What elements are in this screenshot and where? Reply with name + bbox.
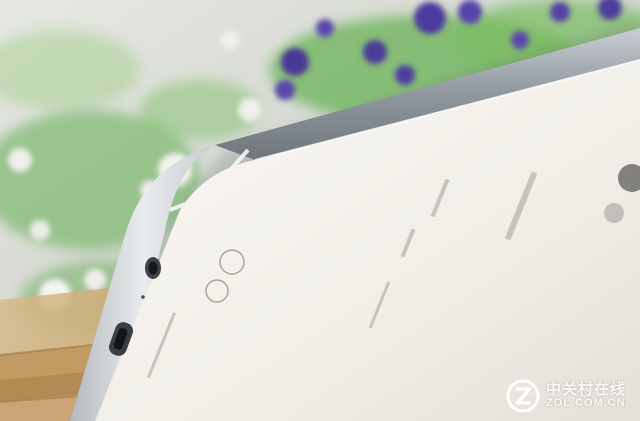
microphone-hole xyxy=(141,295,145,299)
watermark-brand-en: ZOL.COM.CN xyxy=(545,397,626,410)
headphone-jack xyxy=(145,257,161,279)
phone-photo xyxy=(0,0,640,421)
photo-scene: 中关村在线 ZOL.COM.CN xyxy=(0,0,640,421)
zol-logo-icon xyxy=(506,379,540,413)
watermark-brand-cn: 中关村在线 xyxy=(545,380,626,399)
zol-watermark: 中关村在线 ZOL.COM.CN xyxy=(506,379,626,413)
